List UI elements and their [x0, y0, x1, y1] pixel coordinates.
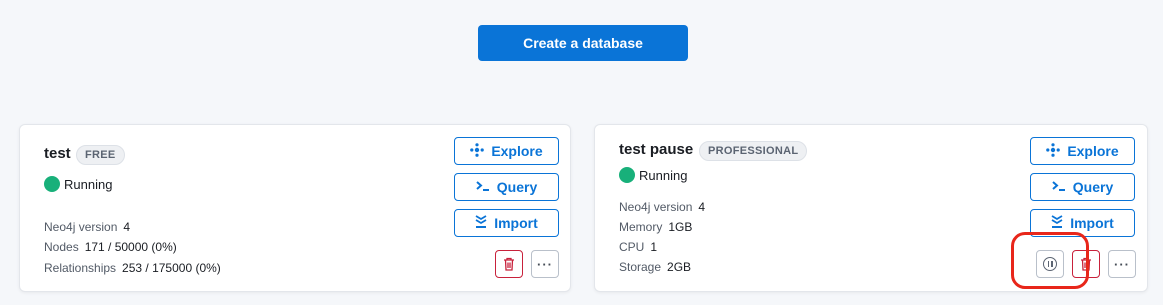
detail-label: Nodes: [44, 240, 79, 254]
detail-memory: Memory 1GB: [619, 220, 692, 234]
status-text: Running: [639, 167, 688, 183]
database-card: test FREE Running Neo4j version 4 Nodes 17…: [19, 124, 571, 292]
import-button[interactable]: Import: [454, 209, 559, 237]
create-database-button[interactable]: Create a database: [478, 25, 688, 61]
pause-button-highlight-annotation: [1011, 232, 1089, 289]
explore-label: Explore: [1067, 143, 1119, 159]
explore-label: Explore: [491, 143, 543, 159]
query-label: Query: [1072, 179, 1114, 195]
status-text: Running: [64, 176, 113, 192]
detail-value: 253 / 175000 (0%): [122, 261, 221, 275]
running-status-dot: [619, 167, 635, 183]
detail-neo4j-version: Neo4j version 4: [44, 220, 130, 234]
delete-button[interactable]: [495, 250, 523, 278]
detail-label: Neo4j version: [619, 200, 693, 214]
query-label: Query: [496, 179, 538, 195]
import-label: Import: [1070, 215, 1114, 231]
detail-label: Memory: [619, 220, 663, 234]
detail-label: Neo4j version: [44, 220, 118, 234]
detail-label: Relationships: [44, 261, 117, 275]
detail-value: 1: [650, 240, 658, 254]
detail-neo4j-version: Neo4j version 4: [619, 200, 705, 214]
query-button[interactable]: Query: [1030, 173, 1135, 201]
terminal-icon: [1052, 180, 1066, 195]
detail-relationships: Relationships 253 / 175000 (0%): [44, 261, 221, 275]
detail-label: CPU: [619, 240, 645, 254]
explore-button[interactable]: Explore: [1030, 137, 1135, 165]
detail-value: 1GB: [668, 220, 693, 234]
more-options-button[interactable]: ···: [531, 250, 559, 278]
status-indicator: Running: [44, 176, 112, 192]
import-icon: [475, 214, 487, 232]
explore-icon: [1046, 142, 1061, 160]
more-options-button[interactable]: ···: [1108, 250, 1136, 278]
database-name: test pause: [619, 141, 694, 158]
query-button[interactable]: Query: [454, 173, 559, 201]
detail-storage: Storage 2GB: [619, 260, 691, 274]
explore-button[interactable]: Explore: [454, 137, 559, 165]
import-label: Import: [494, 215, 538, 231]
detail-value: 4: [698, 200, 706, 214]
terminal-icon: [476, 180, 490, 195]
trash-icon: [504, 257, 514, 271]
tier-badge: FREE: [76, 145, 125, 165]
explore-icon: [470, 142, 485, 160]
status-indicator: Running: [619, 167, 687, 183]
import-icon: [1051, 214, 1063, 232]
more-icon: ···: [1114, 256, 1130, 272]
more-icon: ···: [537, 256, 553, 272]
detail-value: 4: [123, 220, 131, 234]
detail-value: 2GB: [667, 260, 692, 274]
detail-value: 171 / 50000 (0%): [84, 240, 177, 254]
running-status-dot: [44, 176, 60, 192]
detail-nodes: Nodes 171 / 50000 (0%): [44, 240, 177, 254]
tier-badge: PROFESSIONAL: [699, 141, 808, 161]
detail-label: Storage: [619, 260, 662, 274]
database-name: test: [44, 145, 71, 162]
detail-cpu: CPU 1: [619, 240, 657, 254]
